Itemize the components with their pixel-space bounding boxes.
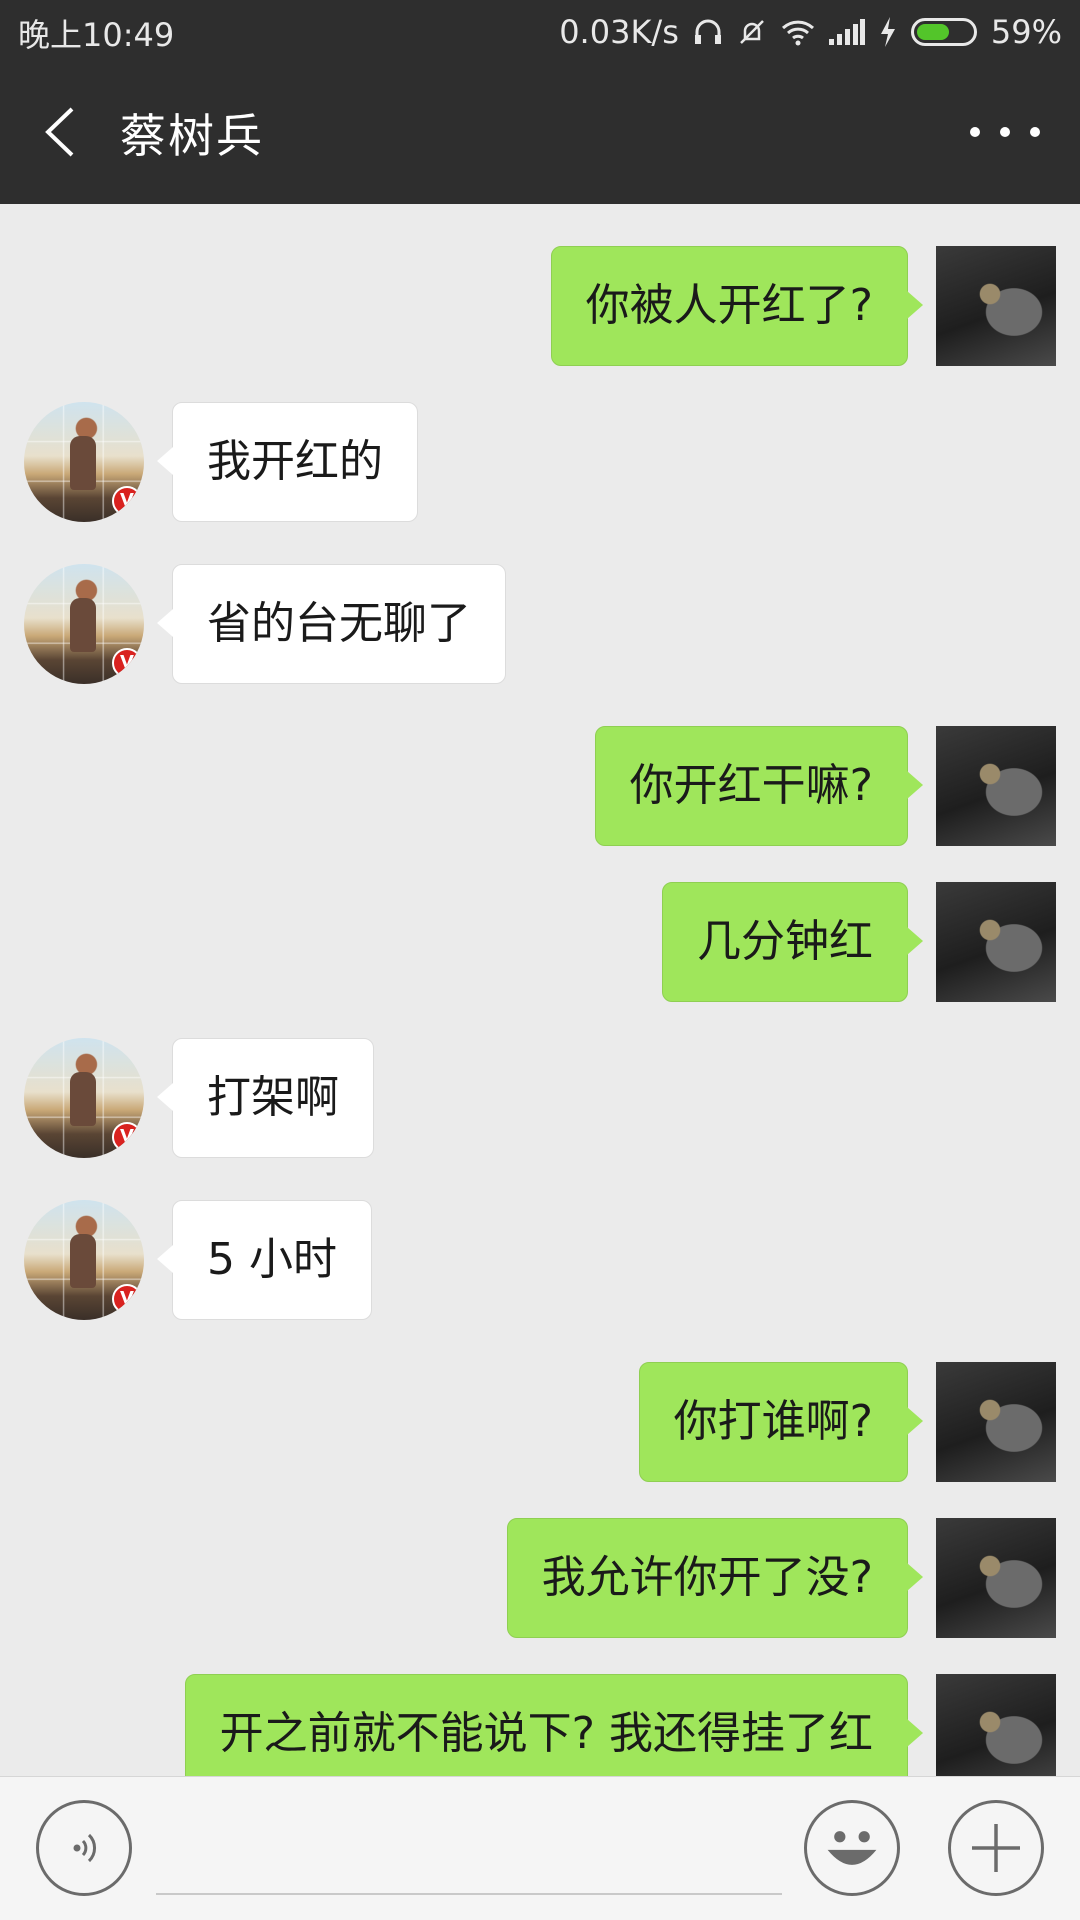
headphones-icon (693, 17, 723, 47)
avatar-figure (70, 598, 96, 652)
contact-avatar[interactable]: V (24, 402, 144, 522)
outgoing-message: 你打谁啊? (0, 1362, 1080, 1482)
my-avatar[interactable] (936, 246, 1056, 366)
incoming-message: V 5 小时 (0, 1200, 1080, 1320)
status-icons: 0.03K/s 59% (559, 10, 1062, 54)
outgoing-message: 你开红干嘛? (0, 726, 1080, 846)
plus-button[interactable] (948, 1800, 1044, 1896)
incoming-message: V 省的台无聊了 (0, 564, 1080, 684)
message-bubble[interactable]: 省的台无聊了 (157, 564, 506, 684)
signal-icon (828, 19, 865, 45)
message-bubble[interactable]: 5 小时 (157, 1200, 372, 1320)
battery-percent: 59% (990, 13, 1062, 51)
outgoing-message: 我允许你开了没? (0, 1518, 1080, 1638)
message-bubble[interactable]: 我开红的 (157, 402, 418, 522)
verified-badge: V (112, 1284, 142, 1314)
emoji-icon (827, 1831, 877, 1865)
status-bar: 晚上10:49 0.03K/s 59% (0, 0, 1080, 62)
verified-badge: V (112, 1122, 142, 1152)
my-avatar[interactable] (936, 1362, 1056, 1482)
emoji-button[interactable] (804, 1800, 900, 1896)
chat-message-list[interactable]: 你被人开红了? V 我开红的 V 省的台无聊了 你开红干嘛? 几分钟红 V 打架啊 V 5 小时你打… (0, 204, 1080, 1776)
charging-icon (879, 17, 897, 47)
message-bubble[interactable]: 几分钟红 (662, 882, 923, 1002)
avatar-figure (70, 436, 96, 490)
my-avatar[interactable] (936, 882, 1056, 1002)
contact-avatar[interactable]: V (24, 564, 144, 684)
chat-title: 蔡树兵 (120, 109, 264, 163)
plus-icon (972, 1824, 1020, 1872)
message-bubble[interactable]: 我允许你开了没? (506, 1518, 924, 1638)
status-time: 晚上10:49 (18, 16, 175, 54)
my-avatar[interactable] (936, 1674, 1056, 1776)
incoming-message: V 打架啊 (0, 1038, 1080, 1158)
chat-header: 蔡树兵 (0, 62, 1080, 204)
outgoing-message: 开之前就不能说下? 我还得挂了红 (0, 1674, 1080, 1776)
avatar-figure (70, 1072, 96, 1126)
my-avatar[interactable] (936, 726, 1056, 846)
more-dot (1030, 127, 1040, 137)
message-bubble[interactable]: 开之前就不能说下? 我还得挂了红 (184, 1674, 924, 1776)
verified-badge: V (112, 486, 142, 516)
wifi-icon (781, 18, 815, 46)
chevron-left-icon (45, 107, 74, 157)
my-avatar[interactable] (936, 1518, 1056, 1638)
contact-avatar[interactable]: V (24, 1038, 144, 1158)
input-bar (0, 1776, 1080, 1920)
back-button[interactable] (32, 97, 102, 167)
mute-bell-icon (737, 17, 767, 47)
more-dot (1000, 127, 1010, 137)
network-speed: 0.03K/s (559, 13, 679, 51)
outgoing-message: 几分钟红 (0, 882, 1080, 1002)
outgoing-message: 你被人开红了? (0, 246, 1080, 366)
incoming-message: V 我开红的 (0, 402, 1080, 522)
contact-avatar[interactable]: V (24, 1200, 144, 1320)
more-button[interactable] (970, 112, 1040, 152)
message-bubble[interactable]: 你开红干嘛? (594, 726, 924, 846)
voice-button[interactable] (36, 1800, 132, 1896)
message-input[interactable] (156, 1817, 782, 1895)
avatar-figure (70, 1234, 96, 1288)
more-dot (970, 127, 980, 137)
message-bubble[interactable]: 你被人开红了? (550, 246, 924, 366)
battery-icon (910, 18, 977, 46)
message-bubble[interactable]: 打架啊 (157, 1038, 374, 1158)
message-bubble[interactable]: 你打谁啊? (638, 1362, 924, 1482)
verified-badge: V (112, 648, 142, 678)
voice-icon (73, 1833, 96, 1863)
